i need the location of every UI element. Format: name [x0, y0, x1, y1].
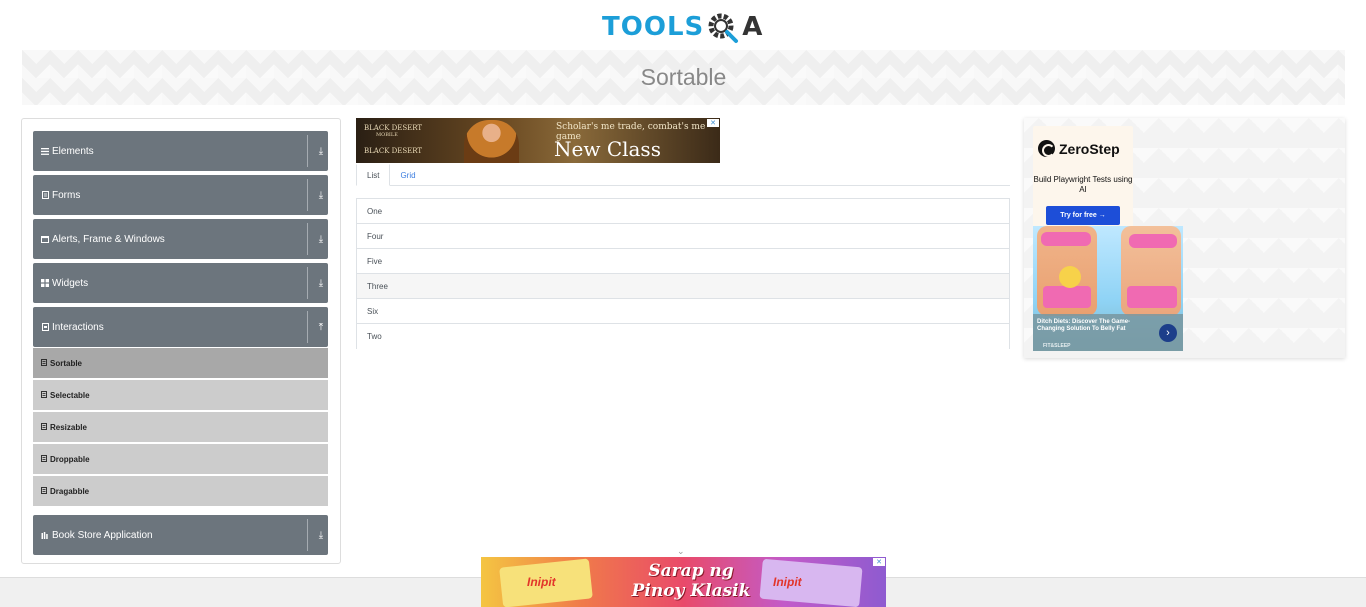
divider [307, 179, 308, 211]
gear-search-icon [706, 10, 740, 44]
menu-item-sortable[interactable]: Sortable [33, 348, 328, 378]
ad-brand-sub: MOBILE [376, 132, 398, 138]
divider [307, 311, 308, 343]
menu-item-resizable[interactable]: Resizable [33, 412, 328, 442]
menu-item-label: Dragabble [50, 486, 90, 496]
zerostep-text: Build Playwright Tests using AI [1033, 175, 1133, 194]
sortable-tabs: List Grid [356, 164, 1010, 186]
menu-group-forms[interactable]: Forms ⤓ [33, 175, 328, 215]
zerostep-logo-icon [1038, 140, 1055, 157]
logo-text: TOOLS [602, 12, 705, 42]
menu-group-widgets[interactable]: Widgets ⤓ [33, 263, 328, 303]
item-icon [41, 454, 47, 464]
left-panel-menu: Elements ⤓ Forms ⤓ Alerts, Frame & Windo… [21, 118, 341, 564]
grid-icon [41, 279, 49, 287]
page-banner: Sortable [22, 50, 1345, 105]
diet-ad[interactable]: Ditch Diets: Discover The Game-Changing … [1033, 226, 1183, 351]
ad-figure-image [1041, 232, 1091, 246]
inipit-ad[interactable]: Inipit Inipit Sarap ng Pinoy Klasik ✕ [481, 557, 886, 607]
divider [307, 267, 308, 299]
menu-item-label: Resizable [50, 422, 87, 432]
logo-suffix: A [742, 12, 763, 42]
ad-figure-image [1129, 234, 1177, 248]
menu-item-label: Selectable [50, 390, 90, 400]
ad-caption: Ditch Diets: Discover The Game-Changing … [1037, 319, 1131, 332]
item-icon [41, 390, 47, 400]
ad-close-icon[interactable]: ✕ [707, 119, 719, 127]
zerostep-logo: ZeroStep [1038, 140, 1120, 157]
menu-item-droppable[interactable]: Droppable [33, 444, 328, 474]
page-title: Sortable [640, 64, 727, 90]
chevron-right-icon[interactable]: › [1159, 324, 1177, 342]
ad-caption-bar: Ditch Diets: Discover The Game-Changing … [1033, 314, 1183, 351]
ad-character-image [464, 120, 519, 163]
document-icon [41, 191, 49, 199]
menu-group-label: Interactions [52, 321, 104, 333]
list-item[interactable]: Two [357, 324, 1009, 349]
expand-arrow-icon[interactable]: ⤓ [314, 530, 328, 541]
ad-close-icon[interactable]: ✕ [873, 558, 885, 566]
ad-figure-image [1059, 266, 1081, 288]
menu-group-alerts[interactable]: Alerts, Frame & Windows ⤓ [33, 219, 328, 259]
ad-headline: New Class Scholar [554, 137, 661, 163]
zerostep-name: ZeroStep [1059, 140, 1120, 157]
menu-item-label: Droppable [50, 454, 90, 464]
menu-group-elements[interactable]: Elements ⤓ [33, 131, 328, 171]
menu-group-label: Widgets [52, 277, 89, 289]
list-item[interactable]: One [357, 199, 1009, 224]
ad-slogan: Sarap ng Pinoy Klasik [631, 561, 751, 601]
divider [307, 135, 308, 167]
chevron-down-icon[interactable]: ⌄ [677, 546, 685, 557]
expand-arrow-icon[interactable]: ⤓ [314, 190, 328, 201]
menu-group-label: Forms [52, 189, 81, 201]
list-item[interactable]: Six [357, 299, 1009, 324]
divider [307, 519, 308, 551]
zerostep-ad[interactable]: ZeroStep Build Playwright Tests using AI… [1033, 126, 1133, 231]
menu-group-interactions[interactable]: Interactions ⤒ [33, 307, 328, 347]
menu-item-label: Sortable [50, 358, 83, 368]
book-icon [41, 531, 49, 539]
tab-grid[interactable]: Grid [390, 164, 425, 186]
expand-arrow-icon[interactable]: ⤓ [314, 146, 328, 157]
divider [307, 223, 308, 255]
ad-brand: BLACK DESERT [364, 124, 423, 132]
menu-group-label: Elements [52, 145, 94, 157]
menu-item-dragabble[interactable]: Dragabble [33, 476, 328, 506]
expand-arrow-icon[interactable]: ⤓ [314, 278, 328, 289]
item-icon [41, 358, 47, 368]
menu-group-label: Book Store Application [52, 529, 153, 541]
tab-list[interactable]: List [356, 164, 391, 186]
menu-item-selectable[interactable]: Selectable [33, 380, 328, 410]
list-item[interactable]: Four [357, 224, 1009, 249]
collapse-arrow-icon[interactable]: ⤒ [314, 322, 328, 333]
page: TOOLS A Sortable Elements ⤓ Forms ⤓ Aler… [0, 0, 1366, 607]
ad-brand: Inipit [527, 575, 556, 589]
ad-brand-bottom: BLACK DESERT [364, 147, 423, 155]
hamburger-icon [41, 147, 49, 155]
window-icon [41, 235, 49, 243]
ad-figure-image [1127, 286, 1177, 308]
item-icon [41, 422, 47, 432]
interactions-icon [41, 323, 49, 331]
expand-arrow-icon[interactable]: ⤓ [314, 234, 328, 245]
item-icon [41, 486, 47, 496]
ad-figure-image [1043, 286, 1091, 308]
sortable-list: One Four Five Three Six Two [356, 198, 1010, 349]
menu-group-label: Alerts, Frame & Windows [52, 233, 165, 245]
right-ad-panel: ZeroStep Build Playwright Tests using AI… [1024, 118, 1345, 358]
list-item[interactable]: Three [357, 274, 1009, 299]
black-desert-ad[interactable]: BLACK DESERT MOBILE BLACK DESERT Scholar… [356, 118, 720, 163]
menu-group-book-store[interactable]: Book Store Application ⤓ [33, 515, 328, 555]
ad-source: FIT&SLEEP [1043, 343, 1071, 349]
try-for-free-button[interactable]: Try for free → [1046, 206, 1120, 225]
ad-brand: Inipit [773, 575, 802, 589]
list-item[interactable]: Five [357, 249, 1009, 274]
toolsqa-logo[interactable]: TOOLS A [602, 8, 766, 46]
